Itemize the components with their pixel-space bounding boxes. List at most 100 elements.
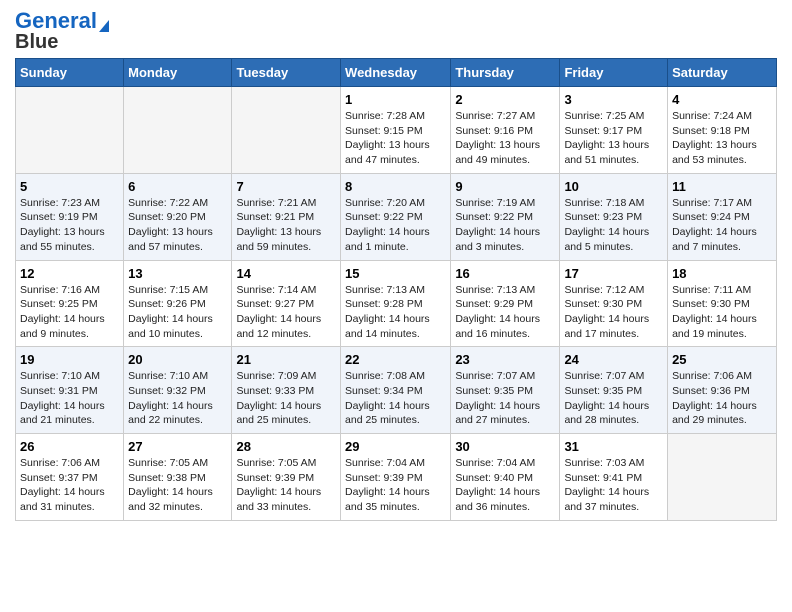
calendar-cell: 16 Sunrise: 7:13 AMSunset: 9:29 PMDayligh… (451, 260, 560, 347)
calendar-cell: 9 Sunrise: 7:19 AMSunset: 9:22 PMDaylight… (451, 173, 560, 260)
calendar-cell: 27Sunrise: 7:05 AMSunset: 9:38 PMDayligh… (124, 434, 232, 521)
day-number: 7 (236, 179, 336, 194)
day-info: Sunrise: 7:17 AMSunset: 9:24 PMDaylight:… (672, 197, 757, 253)
header-monday: Monday (124, 59, 232, 87)
calendar-cell: 17 Sunrise: 7:12 AMSunset: 9:30 PMDayligh… (560, 260, 668, 347)
page-container: General Blue SundayMondayTuesdayWednesda… (15, 10, 777, 521)
day-info: Sunrise: 7:15 AMSunset: 9:26 PMDaylight:… (128, 284, 213, 340)
calendar-cell: 4Sunrise: 7:24 AMSunset: 9:18 PMDaylight… (668, 87, 777, 174)
calendar-cell: 10Sunrise: 7:18 AMSunset: 9:23 PMDayligh… (560, 173, 668, 260)
calendar-cell: 8 Sunrise: 7:20 AMSunset: 9:22 PMDaylight… (341, 173, 451, 260)
logo: General Blue (15, 10, 109, 52)
day-number: 17 (564, 266, 663, 281)
calendar-cell: 31 Sunrise: 7:03 AMSunset: 9:41 PMDayligh… (560, 434, 668, 521)
calendar-cell (124, 87, 232, 174)
logo-text: General (15, 10, 97, 32)
day-number: 4 (672, 92, 772, 107)
calendar-cell: 12 Sunrise: 7:16 AMSunset: 9:25 PMDayligh… (16, 260, 124, 347)
day-number: 21 (236, 352, 336, 367)
day-number: 13 (128, 266, 227, 281)
day-info: Sunrise: 7:25 AMSunset: 9:17 PMDaylight:… (564, 110, 649, 166)
logo-arrow-icon (99, 20, 109, 32)
calendar-cell: 24 Sunrise: 7:07 AMSunset: 9:35 PMDayligh… (560, 347, 668, 434)
calendar-cell (16, 87, 124, 174)
calendar-cell: 13 Sunrise: 7:15 AMSunset: 9:26 PMDayligh… (124, 260, 232, 347)
logo-blue: Blue (15, 32, 58, 52)
calendar-cell: 7 Sunrise: 7:21 AMSunset: 9:21 PMDaylight… (232, 173, 341, 260)
day-number: 23 (455, 352, 555, 367)
calendar-cell: 23 Sunrise: 7:07 AMSunset: 9:35 PMDayligh… (451, 347, 560, 434)
day-info: Sunrise: 7:03 AMSunset: 9:41 PMDaylight:… (564, 457, 649, 513)
week-row-3: 19 Sunrise: 7:10 AMSunset: 9:31 PMDayligh… (16, 347, 777, 434)
day-number: 25 (672, 352, 772, 367)
day-number: 11 (672, 179, 772, 194)
header-wednesday: Wednesday (341, 59, 451, 87)
calendar-cell (668, 434, 777, 521)
day-info: Sunrise: 7:07 AMSunset: 9:35 PMDaylight:… (455, 370, 540, 426)
day-info: Sunrise: 7:21 AMSunset: 9:21 PMDaylight:… (236, 197, 321, 253)
logo-general: General (15, 8, 97, 33)
day-number: 14 (236, 266, 336, 281)
calendar-cell (232, 87, 341, 174)
day-number: 16 (455, 266, 555, 281)
day-number: 30 (455, 439, 555, 454)
day-info: Sunrise: 7:27 AMSunset: 9:16 PMDaylight:… (455, 110, 540, 166)
day-info: Sunrise: 7:04 AMSunset: 9:40 PMDaylight:… (455, 457, 540, 513)
day-info: Sunrise: 7:28 AMSunset: 9:15 PMDaylight:… (345, 110, 430, 166)
day-number: 18 (672, 266, 772, 281)
day-info: Sunrise: 7:18 AMSunset: 9:23 PMDaylight:… (564, 197, 649, 253)
week-row-1: 5Sunrise: 7:23 AMSunset: 9:19 PMDaylight… (16, 173, 777, 260)
calendar-cell: 15Sunrise: 7:13 AMSunset: 9:28 PMDayligh… (341, 260, 451, 347)
calendar-cell: 28 Sunrise: 7:05 AMSunset: 9:39 PMDayligh… (232, 434, 341, 521)
day-info: Sunrise: 7:13 AMSunset: 9:29 PMDaylight:… (455, 284, 540, 340)
day-number: 5 (20, 179, 119, 194)
day-number: 27 (128, 439, 227, 454)
day-number: 31 (564, 439, 663, 454)
day-number: 3 (564, 92, 663, 107)
day-number: 24 (564, 352, 663, 367)
header-friday: Friday (560, 59, 668, 87)
day-number: 22 (345, 352, 446, 367)
calendar-cell: 1Sunrise: 7:28 AMSunset: 9:15 PMDaylight… (341, 87, 451, 174)
day-number: 9 (455, 179, 555, 194)
day-info: Sunrise: 7:20 AMSunset: 9:22 PMDaylight:… (345, 197, 430, 253)
header-thursday: Thursday (451, 59, 560, 87)
day-info: Sunrise: 7:19 AMSunset: 9:22 PMDaylight:… (455, 197, 540, 253)
day-number: 6 (128, 179, 227, 194)
header-sunday: Sunday (16, 59, 124, 87)
day-info: Sunrise: 7:06 AMSunset: 9:36 PMDaylight:… (672, 370, 757, 426)
calendar-table: SundayMondayTuesdayWednesdayThursdayFrid… (15, 58, 777, 521)
calendar-cell: 26 Sunrise: 7:06 AMSunset: 9:37 PMDayligh… (16, 434, 124, 521)
day-number: 29 (345, 439, 446, 454)
header-saturday: Saturday (668, 59, 777, 87)
day-info: Sunrise: 7:13 AMSunset: 9:28 PMDaylight:… (345, 284, 430, 340)
calendar-cell: 30 Sunrise: 7:04 AMSunset: 9:40 PMDayligh… (451, 434, 560, 521)
day-number: 28 (236, 439, 336, 454)
week-row-0: 1Sunrise: 7:28 AMSunset: 9:15 PMDaylight… (16, 87, 777, 174)
day-number: 26 (20, 439, 119, 454)
week-row-4: 26 Sunrise: 7:06 AMSunset: 9:37 PMDayligh… (16, 434, 777, 521)
day-info: Sunrise: 7:11 AMSunset: 9:30 PMDaylight:… (672, 284, 757, 340)
calendar-cell: 3 Sunrise: 7:25 AMSunset: 9:17 PMDaylight… (560, 87, 668, 174)
calendar-cell: 18 Sunrise: 7:11 AMSunset: 9:30 PMDayligh… (668, 260, 777, 347)
week-row-2: 12 Sunrise: 7:16 AMSunset: 9:25 PMDayligh… (16, 260, 777, 347)
header-tuesday: Tuesday (232, 59, 341, 87)
header-row: SundayMondayTuesdayWednesdayThursdayFrid… (16, 59, 777, 87)
day-info: Sunrise: 7:14 AMSunset: 9:27 PMDaylight:… (236, 284, 321, 340)
calendar-cell: 2Sunrise: 7:27 AMSunset: 9:16 PMDaylight… (451, 87, 560, 174)
day-number: 19 (20, 352, 119, 367)
day-info: Sunrise: 7:06 AMSunset: 9:37 PMDaylight:… (20, 457, 105, 513)
calendar-cell: 21Sunrise: 7:09 AMSunset: 9:33 PMDayligh… (232, 347, 341, 434)
day-info: Sunrise: 7:16 AMSunset: 9:25 PMDaylight:… (20, 284, 105, 340)
day-number: 8 (345, 179, 446, 194)
day-info: Sunrise: 7:07 AMSunset: 9:35 PMDaylight:… (564, 370, 649, 426)
calendar-cell: 11 Sunrise: 7:17 AMSunset: 9:24 PMDayligh… (668, 173, 777, 260)
day-info: Sunrise: 7:10 AMSunset: 9:32 PMDaylight:… (128, 370, 213, 426)
day-info: Sunrise: 7:05 AMSunset: 9:39 PMDaylight:… (236, 457, 321, 513)
day-info: Sunrise: 7:22 AMSunset: 9:20 PMDaylight:… (128, 197, 213, 253)
day-number: 12 (20, 266, 119, 281)
day-info: Sunrise: 7:12 AMSunset: 9:30 PMDaylight:… (564, 284, 649, 340)
calendar-cell: 25 Sunrise: 7:06 AMSunset: 9:36 PMDayligh… (668, 347, 777, 434)
calendar-cell: 14 Sunrise: 7:14 AMSunset: 9:27 PMDayligh… (232, 260, 341, 347)
day-info: Sunrise: 7:10 AMSunset: 9:31 PMDaylight:… (20, 370, 105, 426)
